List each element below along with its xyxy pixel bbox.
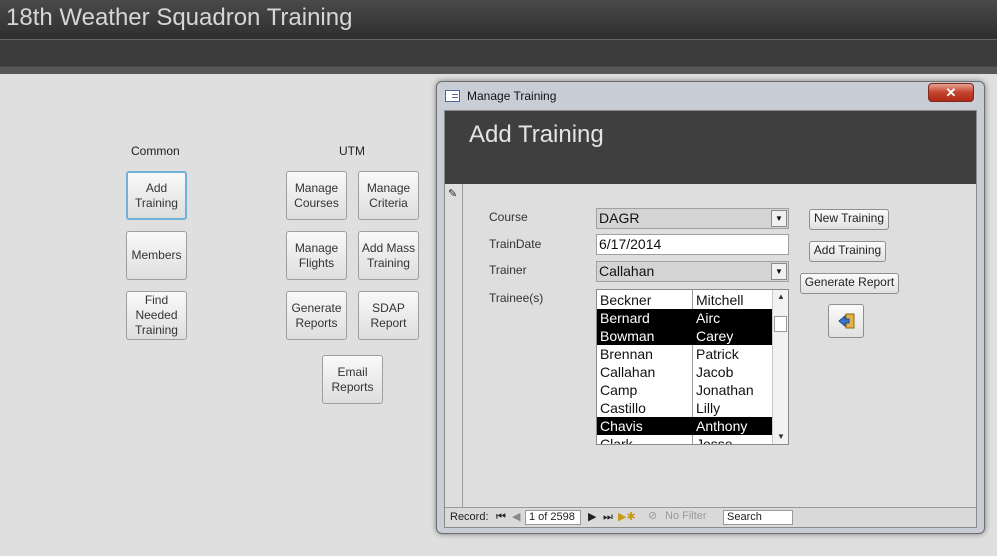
trainer-combo[interactable]: Callahan ▼ <box>596 261 789 282</box>
trainee-last-name: Clark <box>600 436 633 445</box>
trainee-first-name: Anthony <box>696 418 748 434</box>
group-label-utm: UTM <box>339 144 365 158</box>
trainee-row[interactable]: Beckner Mitchell <box>597 291 772 309</box>
next-record-icon[interactable]: ▶ <box>588 511 596 524</box>
scroll-down-icon[interactable]: ▼ <box>773 430 788 444</box>
trainer-value: Callahan <box>599 263 655 279</box>
new-record-icon[interactable]: ▶✱ <box>618 511 636 524</box>
trainee-last-name: Camp <box>600 382 638 398</box>
chevron-down-icon[interactable]: ▼ <box>771 263 787 280</box>
generate-report-button[interactable]: Generate Report <box>800 273 899 294</box>
trainee-last-name: Brennan <box>600 346 653 362</box>
trainee-first-name: Airc <box>696 310 721 326</box>
app-title-bar: 18th Weather Squadron Training <box>0 0 997 40</box>
trainee-last-name: Callahan <box>600 364 656 380</box>
course-label: Course <box>489 210 528 224</box>
trainee-row[interactable]: Clark Jesse <box>597 435 772 445</box>
trainee-first-name: Jonathan <box>696 382 754 398</box>
exit-button[interactable] <box>828 304 864 338</box>
app-header-band <box>0 40 997 74</box>
trainee-scrollbar[interactable]: ▲ ▼ <box>772 290 788 444</box>
record-selector[interactable]: ✎ <box>445 184 463 507</box>
scroll-thumb[interactable] <box>774 316 787 332</box>
group-label-common: Common <box>131 144 180 158</box>
trainee-last-name: Castillo <box>600 400 646 416</box>
generate-reports-button[interactable]: Generate Reports <box>286 291 347 340</box>
course-value: DAGR <box>599 210 640 226</box>
trainee-row[interactable]: Chavis Anthony <box>597 417 772 435</box>
trainee-row[interactable]: Bernard Airc <box>597 309 772 327</box>
add-training-submit-button[interactable]: Add Training <box>809 241 886 262</box>
trainee-last-name: Bernard <box>600 310 650 326</box>
trainee-last-name: Chavis <box>600 418 643 434</box>
trainee-first-name: Patrick <box>696 346 739 362</box>
trainee-row[interactable]: Castillo Lilly <box>597 399 772 417</box>
trainee-first-name: Mitchell <box>696 292 744 308</box>
app-title: 18th Weather Squadron Training <box>6 4 353 31</box>
trainee-first-name: Lilly <box>696 400 721 416</box>
previous-record-icon[interactable]: ◀ <box>512 511 520 524</box>
trainee-row[interactable]: Brennan Patrick <box>597 345 772 363</box>
manage-training-window: Manage Training ✕ Add Training ✎ Course … <box>436 81 985 534</box>
trainee-first-name: Jesse <box>696 436 733 445</box>
manage-flights-button[interactable]: Manage Flights <box>286 231 347 280</box>
trainee-row[interactable]: Callahan Jacob <box>597 363 772 381</box>
scroll-up-icon[interactable]: ▲ <box>773 290 788 304</box>
form-heading: Add Training <box>469 121 604 148</box>
trainee-first-name: Jacob <box>696 364 734 380</box>
popup-title-bar[interactable]: Manage Training ✕ <box>437 82 984 110</box>
pencil-icon: ✎ <box>448 188 458 200</box>
first-record-icon[interactable]: ⏮ <box>496 511 506 524</box>
last-record-icon[interactable]: ⏭ <box>603 511 613 524</box>
exit-door-icon <box>838 313 855 329</box>
train-date-label: TrainDate <box>489 237 542 251</box>
add-mass-training-button[interactable]: Add Mass Training <box>358 231 419 280</box>
record-navigation-bar: Record: ⏮ ◀ 1 of 2598 ▶ ⏭ ▶✱ ⊘ No Filter… <box>445 507 976 527</box>
form-icon <box>445 90 460 102</box>
email-reports-button[interactable]: Email Reports <box>322 355 383 404</box>
trainee-last-name: Bowman <box>600 328 655 344</box>
add-training-button[interactable]: Add Training <box>126 171 187 220</box>
manage-courses-button[interactable]: Manage Courses <box>286 171 347 220</box>
funnel-icon: ⊘ <box>648 510 658 522</box>
trainee-first-name: Carey <box>696 328 734 344</box>
close-button[interactable]: ✕ <box>928 83 974 102</box>
form-header: Add Training <box>445 111 976 184</box>
trainee-row[interactable]: Camp Jonathan <box>597 381 772 399</box>
find-needed-training-button[interactable]: Find Needed Training <box>126 291 187 340</box>
trainees-label: Trainee(s) <box>489 291 544 305</box>
trainer-label: Trainer <box>489 263 527 277</box>
manage-criteria-button[interactable]: Manage Criteria <box>358 171 419 220</box>
trainee-listbox[interactable]: Beckner Mitchell Bernard Airc Bowman Carey Bre… <box>596 289 789 445</box>
record-label: Record: <box>450 511 489 523</box>
chevron-down-icon[interactable]: ▼ <box>771 210 787 227</box>
no-filter-label: No Filter <box>665 510 707 522</box>
new-training-button[interactable]: New Training <box>809 209 889 230</box>
form-body: Add Training ✎ Course TrainDate Trainer … <box>444 110 977 528</box>
trainee-last-name: Beckner <box>600 292 652 308</box>
no-filter-button[interactable]: ⊘ No Filter <box>641 510 717 525</box>
sdap-report-button[interactable]: SDAP Report <box>358 291 419 340</box>
popup-title: Manage Training <box>467 89 557 103</box>
course-combo[interactable]: DAGR ▼ <box>596 208 789 229</box>
trainee-row[interactable]: Bowman Carey <box>597 327 772 345</box>
members-button[interactable]: Members <box>126 231 187 280</box>
record-count-field[interactable]: 1 of 2598 <box>525 510 581 525</box>
train-date-field[interactable]: 6/17/2014 <box>596 234 789 255</box>
search-input[interactable]: Search <box>723 510 793 525</box>
